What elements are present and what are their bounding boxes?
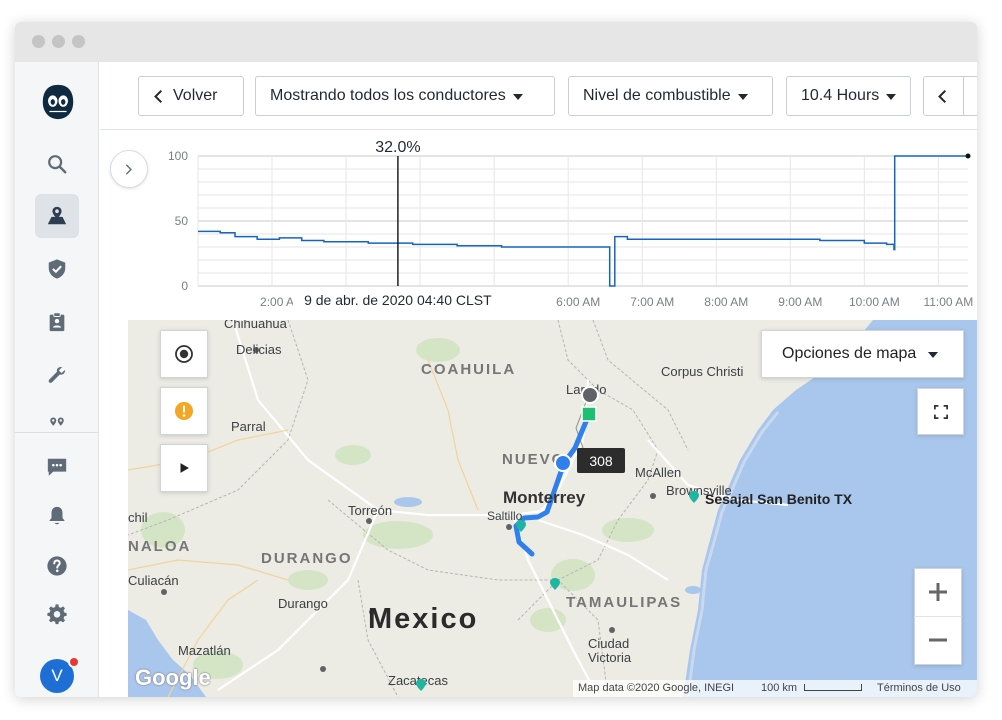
map-attribution: Map data ©2020 Google, INEGI bbox=[578, 682, 735, 694]
notification-badge bbox=[68, 656, 80, 668]
drivers-filter-dropdown[interactable]: Mostrando todos los conductores bbox=[255, 76, 555, 116]
caret-down-icon bbox=[512, 94, 523, 100]
x-tick-label: 9:00 AM bbox=[778, 295, 822, 309]
zoom-controls bbox=[914, 568, 962, 665]
map-route-icon[interactable] bbox=[35, 194, 79, 238]
caret-down-icon bbox=[928, 352, 939, 358]
place-label: Saltillo bbox=[487, 509, 523, 523]
fullscreen-button[interactable] bbox=[917, 388, 964, 435]
chat-icon[interactable] bbox=[35, 445, 79, 489]
country-label: Mexico bbox=[368, 603, 479, 635]
place-label: Corpus Christi bbox=[661, 364, 744, 379]
place-label: Torreón bbox=[348, 503, 393, 518]
place-label: Culiacán bbox=[128, 573, 179, 588]
back-button[interactable]: Volver bbox=[138, 76, 244, 116]
x-tick-label: 11:00 AM bbox=[923, 295, 973, 309]
window-titlebar bbox=[15, 22, 977, 62]
range-label: 10.4 Hours bbox=[801, 87, 880, 104]
x-tick-label: 7:00 AM bbox=[630, 295, 674, 309]
record-icon bbox=[175, 345, 193, 363]
y-tick-label: 50 bbox=[175, 214, 189, 228]
caret-down-icon bbox=[737, 94, 748, 100]
pins-icon[interactable] bbox=[35, 402, 79, 432]
search-icon[interactable] bbox=[35, 142, 79, 186]
button-divider bbox=[963, 77, 964, 115]
previous-period-button[interactable] bbox=[923, 76, 977, 116]
chevron-left-icon bbox=[154, 89, 163, 103]
clipboard-badge-icon[interactable] bbox=[35, 300, 79, 344]
help-icon[interactable] bbox=[35, 544, 79, 588]
chart-plot: 100500 2:00 AM 6:00 AM 7:00 AM 8:00 AM 9:00 … bbox=[168, 139, 973, 310]
terms-link[interactable]: Términos de Uso bbox=[877, 682, 961, 694]
alerts-button[interactable] bbox=[160, 387, 208, 435]
series-end-point bbox=[965, 153, 971, 159]
fuel-chart: 100 50 0 2:00 AM 6:00 AM 7:00 AM 8:00 AM 9:00 … bbox=[100, 130, 977, 320]
place-label: Monterrey bbox=[503, 488, 586, 507]
window-dot bbox=[72, 35, 85, 48]
warning-icon bbox=[175, 402, 193, 420]
zoom-in-button[interactable] bbox=[914, 569, 962, 617]
back-button-label: Volver bbox=[173, 87, 218, 104]
place-label: Zacatecas bbox=[388, 673, 448, 688]
google-logo: Google bbox=[135, 665, 211, 690]
place-label: Laredo bbox=[566, 382, 607, 397]
y-tick-label: 0 bbox=[181, 279, 188, 293]
window-dot bbox=[32, 35, 45, 48]
play-icon bbox=[180, 463, 189, 473]
x-tick-label: 6:00 AM bbox=[556, 295, 600, 309]
chevron-left-icon bbox=[938, 89, 947, 103]
toolbar: Volver Mostrando todos los conductores N… bbox=[100, 62, 977, 130]
place-label: Ciudad Victoria bbox=[588, 636, 632, 665]
state-label: NUEVO bbox=[502, 451, 566, 468]
record-button[interactable] bbox=[160, 330, 208, 378]
scale-label: 100 km bbox=[761, 682, 798, 694]
state-label: COAHUILA bbox=[421, 361, 517, 378]
caret-down-icon bbox=[886, 94, 897, 100]
state-label: DURANGO bbox=[261, 550, 353, 567]
place-label: McAllen bbox=[635, 465, 682, 480]
cursor-timestamp: 9 de abr. de 2020 04:40 CLST bbox=[304, 292, 492, 308]
place-label: chil bbox=[128, 510, 148, 525]
gear-icon[interactable] bbox=[35, 592, 79, 636]
state-label: TAMAULIPAS bbox=[566, 594, 683, 611]
y-tick-label: 100 bbox=[168, 149, 188, 163]
x-tick-label: 8:00 AM bbox=[704, 295, 748, 309]
bell-icon[interactable] bbox=[35, 494, 79, 538]
app-window: V Volver Mostrando todos los conductores… bbox=[15, 22, 977, 697]
map-options-dropdown[interactable]: Opciones de mapa bbox=[761, 330, 964, 378]
sidebar: V bbox=[15, 62, 99, 697]
shield-check-icon[interactable] bbox=[35, 247, 79, 291]
place-label: Durango bbox=[278, 596, 328, 611]
zoom-in-icon bbox=[929, 583, 947, 602]
logo-icon[interactable] bbox=[36, 80, 80, 124]
cursor-value: 32.0% bbox=[375, 139, 420, 156]
drivers-filter-label: Mostrando todos los conductores bbox=[270, 87, 506, 104]
place-label: Mazatlán bbox=[178, 643, 231, 658]
map-options-label: Opciones de mapa bbox=[782, 345, 917, 362]
x-tick-label: 10:00 AM bbox=[849, 295, 900, 309]
sidebar-divider bbox=[15, 432, 99, 433]
vehicle-badge[interactable]: 308 bbox=[577, 448, 625, 473]
zoom-out-icon bbox=[929, 638, 947, 642]
metric-dropdown[interactable]: Nivel de combustible bbox=[568, 76, 773, 116]
wrench-icon[interactable] bbox=[35, 353, 79, 397]
play-button[interactable] bbox=[160, 444, 208, 492]
window-dot bbox=[52, 35, 65, 48]
zoom-out-button[interactable] bbox=[914, 617, 962, 665]
map-view[interactable]: Chihuahua Delicias Parral Torreón Durang… bbox=[128, 320, 977, 697]
scale-bar bbox=[804, 684, 862, 691]
place-label: Parral bbox=[231, 419, 266, 434]
place-label: Delicias bbox=[236, 342, 282, 357]
place-label: Chihuahua bbox=[224, 320, 287, 331]
state-label: NALOA bbox=[128, 538, 192, 555]
fullscreen-icon bbox=[933, 404, 948, 419]
range-dropdown[interactable]: 10.4 Hours bbox=[786, 76, 911, 116]
poi-label: Sesajal San Benito TX bbox=[705, 491, 853, 507]
metric-label: Nivel de combustible bbox=[583, 87, 731, 104]
